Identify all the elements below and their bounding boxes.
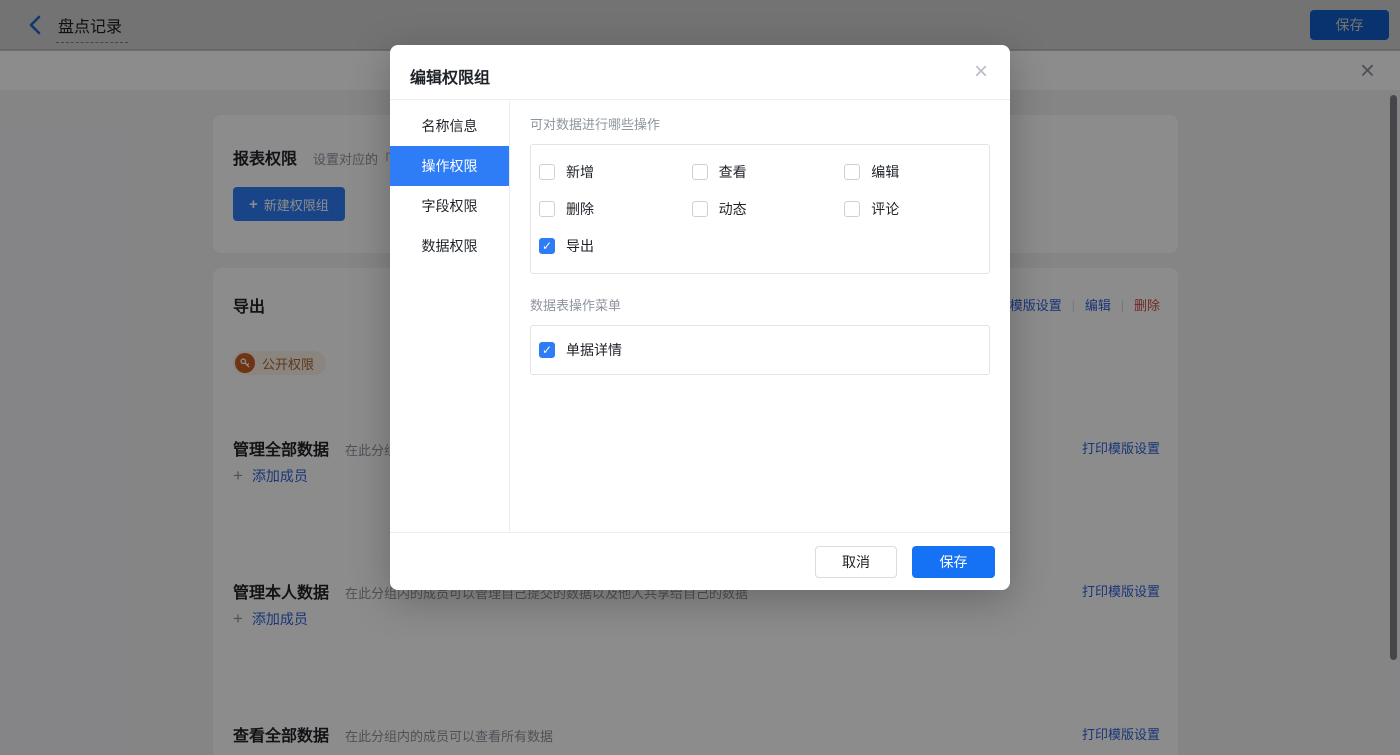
checkbox-option-comment[interactable]: 评论 — [836, 190, 989, 227]
checkbox[interactable] — [539, 163, 555, 180]
tab-operation-permission[interactable]: 操作权限 — [390, 146, 509, 186]
cancel-button[interactable]: 取消 — [815, 545, 897, 578]
checkbox-option-activity[interactable]: 动态 — [684, 190, 837, 227]
edit-permission-group-dialog: 编辑权限组 × 名称信息 操作权限 字段权限 数据权限 可对数据进行哪些操作 新… — [390, 45, 1010, 590]
tab-field-permission[interactable]: 字段权限 — [390, 186, 509, 226]
dialog-header: 编辑权限组 × — [390, 45, 1010, 100]
save-button[interactable]: 保存 — [912, 545, 995, 578]
operations-section-label: 可对数据进行哪些操作 — [530, 117, 661, 132]
table-menu-section-label: 数据表操作菜单 — [530, 298, 622, 313]
checkbox[interactable] — [539, 200, 555, 217]
tab-data-permission[interactable]: 数据权限 — [390, 226, 509, 266]
dialog-title: 编辑权限组 — [410, 70, 491, 87]
checkbox[interactable] — [539, 237, 555, 254]
tab-name-info[interactable]: 名称信息 — [390, 106, 509, 146]
checkbox-option-delete[interactable]: 删除 — [531, 190, 684, 227]
checkbox[interactable] — [844, 200, 861, 217]
dialog-footer: 取消 保存 — [390, 532, 1010, 590]
dialog-tab-list: 名称信息 操作权限 字段权限 数据权限 — [390, 101, 510, 532]
dialog-close-icon[interactable]: × — [974, 57, 988, 87]
table-menu-checkbox-group: 单据详情 — [530, 325, 990, 375]
checkbox[interactable] — [691, 163, 708, 180]
checkbox[interactable] — [539, 342, 555, 358]
dialog-content: 可对数据进行哪些操作 新增 查看 编辑 删除 动态 评论 ✓ 导出 数据表操作菜… — [511, 101, 1010, 532]
checkbox[interactable] — [844, 163, 861, 180]
checkbox[interactable] — [691, 200, 708, 217]
checkbox-option-add[interactable]: 新增 — [531, 153, 684, 190]
checkbox-option-edit[interactable]: 编辑 — [836, 153, 989, 190]
checkbox-option-record-detail[interactable]: 单据详情 — [531, 326, 989, 374]
checkbox-option-export[interactable]: 导出 — [531, 227, 684, 264]
dialog-body: 名称信息 操作权限 字段权限 数据权限 可对数据进行哪些操作 新增 查看 编辑 … — [390, 101, 1010, 532]
operations-checkbox-group: 新增 查看 编辑 删除 动态 评论 ✓ 导出 — [530, 144, 990, 274]
checkbox-option-view[interactable]: 查看 — [684, 153, 837, 190]
